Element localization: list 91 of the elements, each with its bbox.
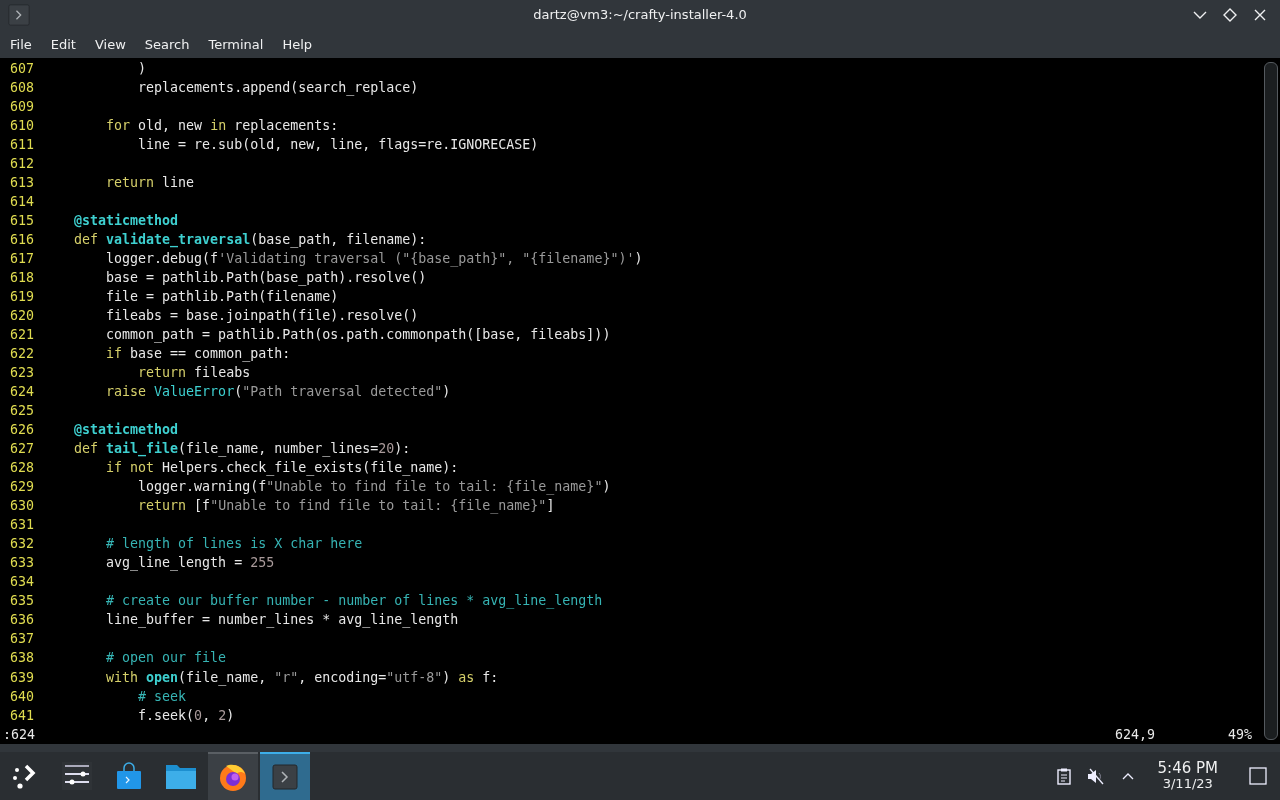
code-line: @staticmethod xyxy=(73,212,179,231)
line-number: 636 xyxy=(9,611,36,630)
launcher-icon xyxy=(12,763,38,789)
line-number: 614 xyxy=(9,193,36,212)
line-number: 639 xyxy=(9,668,36,687)
line-number: 616 xyxy=(9,231,36,250)
line-number: 611 xyxy=(9,136,36,155)
code-line: if not Helpers.check_file_exists(file_name): xyxy=(105,459,459,478)
line-number: 621 xyxy=(9,326,36,345)
line-number: 608 xyxy=(9,79,36,97)
menu-item[interactable]: Help xyxy=(274,33,321,55)
menu-item[interactable]: View xyxy=(86,33,134,55)
line-number: 626 xyxy=(9,421,36,440)
menu-item[interactable]: Search xyxy=(136,33,198,55)
window-title: dartz@vm3:~/crafty-installer-4.0 xyxy=(533,7,747,22)
clock-date[interactable]: 3/11/23 xyxy=(1162,776,1213,792)
line-number: 633 xyxy=(9,554,36,573)
caret-up-icon[interactable] xyxy=(1121,772,1134,780)
code-line: logger.debug(f'Validating traversal ("{base_path}", "{filename}")') xyxy=(105,250,643,269)
code-line: @staticmethod xyxy=(73,421,179,440)
line-number: 628 xyxy=(9,459,36,478)
terminal-icon xyxy=(8,4,30,26)
line-number: 641 xyxy=(9,706,36,725)
folder-icon xyxy=(166,763,196,789)
cursor-position: 624,9 xyxy=(1115,725,1156,744)
code-line: line_buffer = number_lines * avg_line_length xyxy=(105,611,459,630)
code-line: avg_line_length = 255 xyxy=(105,554,275,573)
line-number: 629 xyxy=(9,478,36,497)
line-number: 620 xyxy=(9,307,36,326)
code-line: # seek xyxy=(137,687,187,706)
menu-item[interactable]: Edit xyxy=(42,33,84,55)
code-line: replacements.append(search_replace) xyxy=(137,79,419,98)
line-number: 612 xyxy=(9,155,36,174)
code-line: logger.warning(f"Unable to find file to tail: {file_name}") xyxy=(137,478,611,497)
code-line: line = re.sub(old, new, line, flags=re.IGNORECASE) xyxy=(137,136,539,155)
line-number: 632 xyxy=(9,535,36,554)
code-line: for old, new in replacements: xyxy=(105,117,339,136)
scroll-percentage: 49% xyxy=(1228,725,1253,744)
line-number: 615 xyxy=(9,212,36,231)
code-line: # create our buffer number - number of lines * avg_line_length xyxy=(105,592,603,611)
chevron-down-icon xyxy=(1193,11,1207,19)
code-line: # open our file xyxy=(105,649,227,668)
line-number: 613 xyxy=(9,174,36,193)
clock-time[interactable]: 5:46 PM xyxy=(1157,760,1218,776)
line-number: 625 xyxy=(9,402,36,421)
code-line: raise ValueError("Path traversal detected") xyxy=(105,383,451,402)
code-line: # length of lines is X char here xyxy=(105,535,363,554)
code-line: f.seek(0, 2) xyxy=(137,706,235,725)
line-number: 637 xyxy=(9,630,36,649)
code-line: ) xyxy=(137,60,147,78)
code-line: base = pathlib.Path(base_path).resolve() xyxy=(105,269,427,288)
code-line: def validate_traversal(base_path, filename): xyxy=(73,231,427,250)
taskbar-button[interactable] xyxy=(208,752,258,800)
square-icon xyxy=(1249,767,1267,785)
code-line: common_path = pathlib.Path(os.path.commonpath([base, fileabs])) xyxy=(105,326,611,345)
code-line: return [f"Unable to find file to tail: {file_name}"] xyxy=(137,497,555,516)
browser-icon xyxy=(218,762,248,792)
shopping-bag-icon xyxy=(116,762,142,790)
line-number: 640 xyxy=(9,687,36,706)
terminal-area[interactable] xyxy=(0,58,1280,744)
muted-speaker-icon[interactable] xyxy=(1086,767,1105,785)
diamond-icon xyxy=(1223,8,1237,22)
line-number: 627 xyxy=(9,440,36,459)
line-number: 634 xyxy=(9,573,36,592)
line-number: 624 xyxy=(9,383,36,402)
terminal-icon xyxy=(272,764,298,790)
line-number: 617 xyxy=(9,250,36,269)
code-line: return line xyxy=(105,174,195,193)
line-number: 619 xyxy=(9,288,36,307)
menu-item[interactable]: File xyxy=(2,33,40,55)
line-number: 630 xyxy=(9,497,36,516)
line-number: 622 xyxy=(9,345,36,364)
line-number: 623 xyxy=(9,364,36,383)
code-line: def tail_file(file_name, number_lines=20): xyxy=(73,440,411,459)
code-line: file = pathlib.Path(filename) xyxy=(105,288,339,307)
code-line: fileabs = base.joinpath(file).resolve() xyxy=(105,307,419,326)
line-number: 609 xyxy=(9,98,36,117)
command-line: :624 xyxy=(3,725,36,744)
menu-item[interactable]: Terminal xyxy=(200,33,272,55)
line-number: 607 xyxy=(9,60,36,78)
code-line: with open(file_name, "r", encoding="utf-8") as f: xyxy=(105,668,499,687)
line-number: 635 xyxy=(9,592,36,611)
line-number: 618 xyxy=(9,269,36,288)
clipboard-icon[interactable] xyxy=(1056,767,1071,785)
line-number: 631 xyxy=(9,516,36,535)
close-icon xyxy=(1254,9,1266,21)
code-line: return fileabs xyxy=(137,364,251,383)
code-line: if base == common_path: xyxy=(105,345,291,364)
scrollbar[interactable] xyxy=(1264,62,1278,740)
line-number: 638 xyxy=(9,649,36,668)
line-number: 610 xyxy=(9,117,36,136)
